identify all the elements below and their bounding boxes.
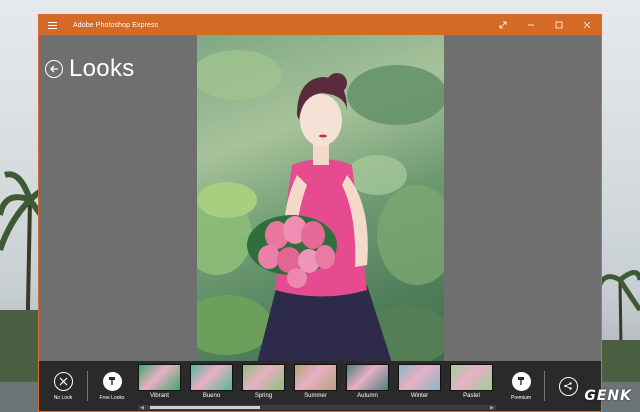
look-label: Autumn bbox=[357, 393, 378, 399]
share-icon bbox=[558, 376, 578, 396]
look-preview-image bbox=[450, 364, 493, 391]
premium-button[interactable]: Premium bbox=[498, 361, 544, 411]
no-look-button[interactable]: No Look bbox=[39, 361, 87, 411]
maximize-button[interactable] bbox=[545, 15, 573, 35]
bottom-toolbar: No Look Free Looks Vibrant Bueno Spring Sum… bbox=[39, 361, 601, 411]
look-preview-image bbox=[242, 364, 285, 391]
look-label: Summer bbox=[304, 393, 327, 399]
app-title: Adobe Photoshop Express bbox=[73, 21, 159, 29]
close-button[interactable] bbox=[573, 15, 601, 35]
fullscreen-icon[interactable] bbox=[489, 15, 517, 35]
edited-photo[interactable] bbox=[197, 35, 444, 363]
back-arrow-icon[interactable] bbox=[45, 60, 63, 78]
look-thumbnail[interactable]: Pastel bbox=[450, 364, 493, 399]
hamburger-menu-icon[interactable] bbox=[39, 15, 65, 35]
look-thumbnail[interactable]: Summer bbox=[294, 364, 337, 399]
look-thumbnail[interactable]: Vibrant bbox=[138, 364, 181, 399]
scrollbar-thumb[interactable] bbox=[150, 406, 260, 409]
title-bar: Adobe Photoshop Express bbox=[39, 15, 601, 35]
scroll-right-icon[interactable]: ▶ bbox=[488, 405, 496, 411]
look-label: Pastel bbox=[463, 393, 480, 399]
app-window: Adobe Photoshop Express Looks No Look Fr… bbox=[38, 14, 602, 412]
free-looks-button[interactable]: Free Looks bbox=[88, 361, 136, 411]
window-controls bbox=[489, 15, 601, 35]
look-preview-image bbox=[294, 364, 337, 391]
look-preview-image bbox=[190, 364, 233, 391]
minimize-button[interactable] bbox=[517, 15, 545, 35]
look-preview-image bbox=[138, 364, 181, 391]
look-thumbnail[interactable]: Bueno bbox=[190, 364, 233, 399]
looks-scrollbar[interactable]: ◀ ▶ bbox=[138, 405, 496, 411]
look-label: Bueno bbox=[202, 393, 221, 399]
premium-label: Premium bbox=[510, 394, 531, 401]
paint-roller-icon bbox=[102, 371, 122, 391]
genk-watermark: GENK bbox=[584, 388, 632, 404]
no-look-label: No Look bbox=[53, 394, 73, 401]
free-looks-label: Free Looks bbox=[99, 394, 125, 401]
page-title: Looks bbox=[69, 55, 135, 82]
look-label: Winter bbox=[410, 393, 429, 399]
look-thumbnail[interactable]: Winter bbox=[398, 364, 441, 399]
look-label: Vibrant bbox=[150, 393, 169, 399]
look-label: Spring bbox=[254, 393, 273, 399]
paint-roller-icon bbox=[511, 371, 531, 391]
scroll-left-icon[interactable]: ◀ bbox=[138, 405, 146, 411]
looks-list: Vibrant Bueno Spring Summer Autumn Winter Past… bbox=[136, 364, 498, 399]
looks-strip: Vibrant Bueno Spring Summer Autumn Winter Past… bbox=[136, 361, 498, 411]
workspace: Looks bbox=[39, 35, 601, 363]
look-thumbnail[interactable]: Autumn bbox=[346, 364, 389, 399]
look-preview-image bbox=[346, 364, 389, 391]
no-look-icon bbox=[53, 371, 73, 391]
look-thumbnail[interactable]: Spring bbox=[242, 364, 285, 399]
look-preview-image bbox=[398, 364, 441, 391]
page-header: Looks bbox=[45, 57, 135, 81]
